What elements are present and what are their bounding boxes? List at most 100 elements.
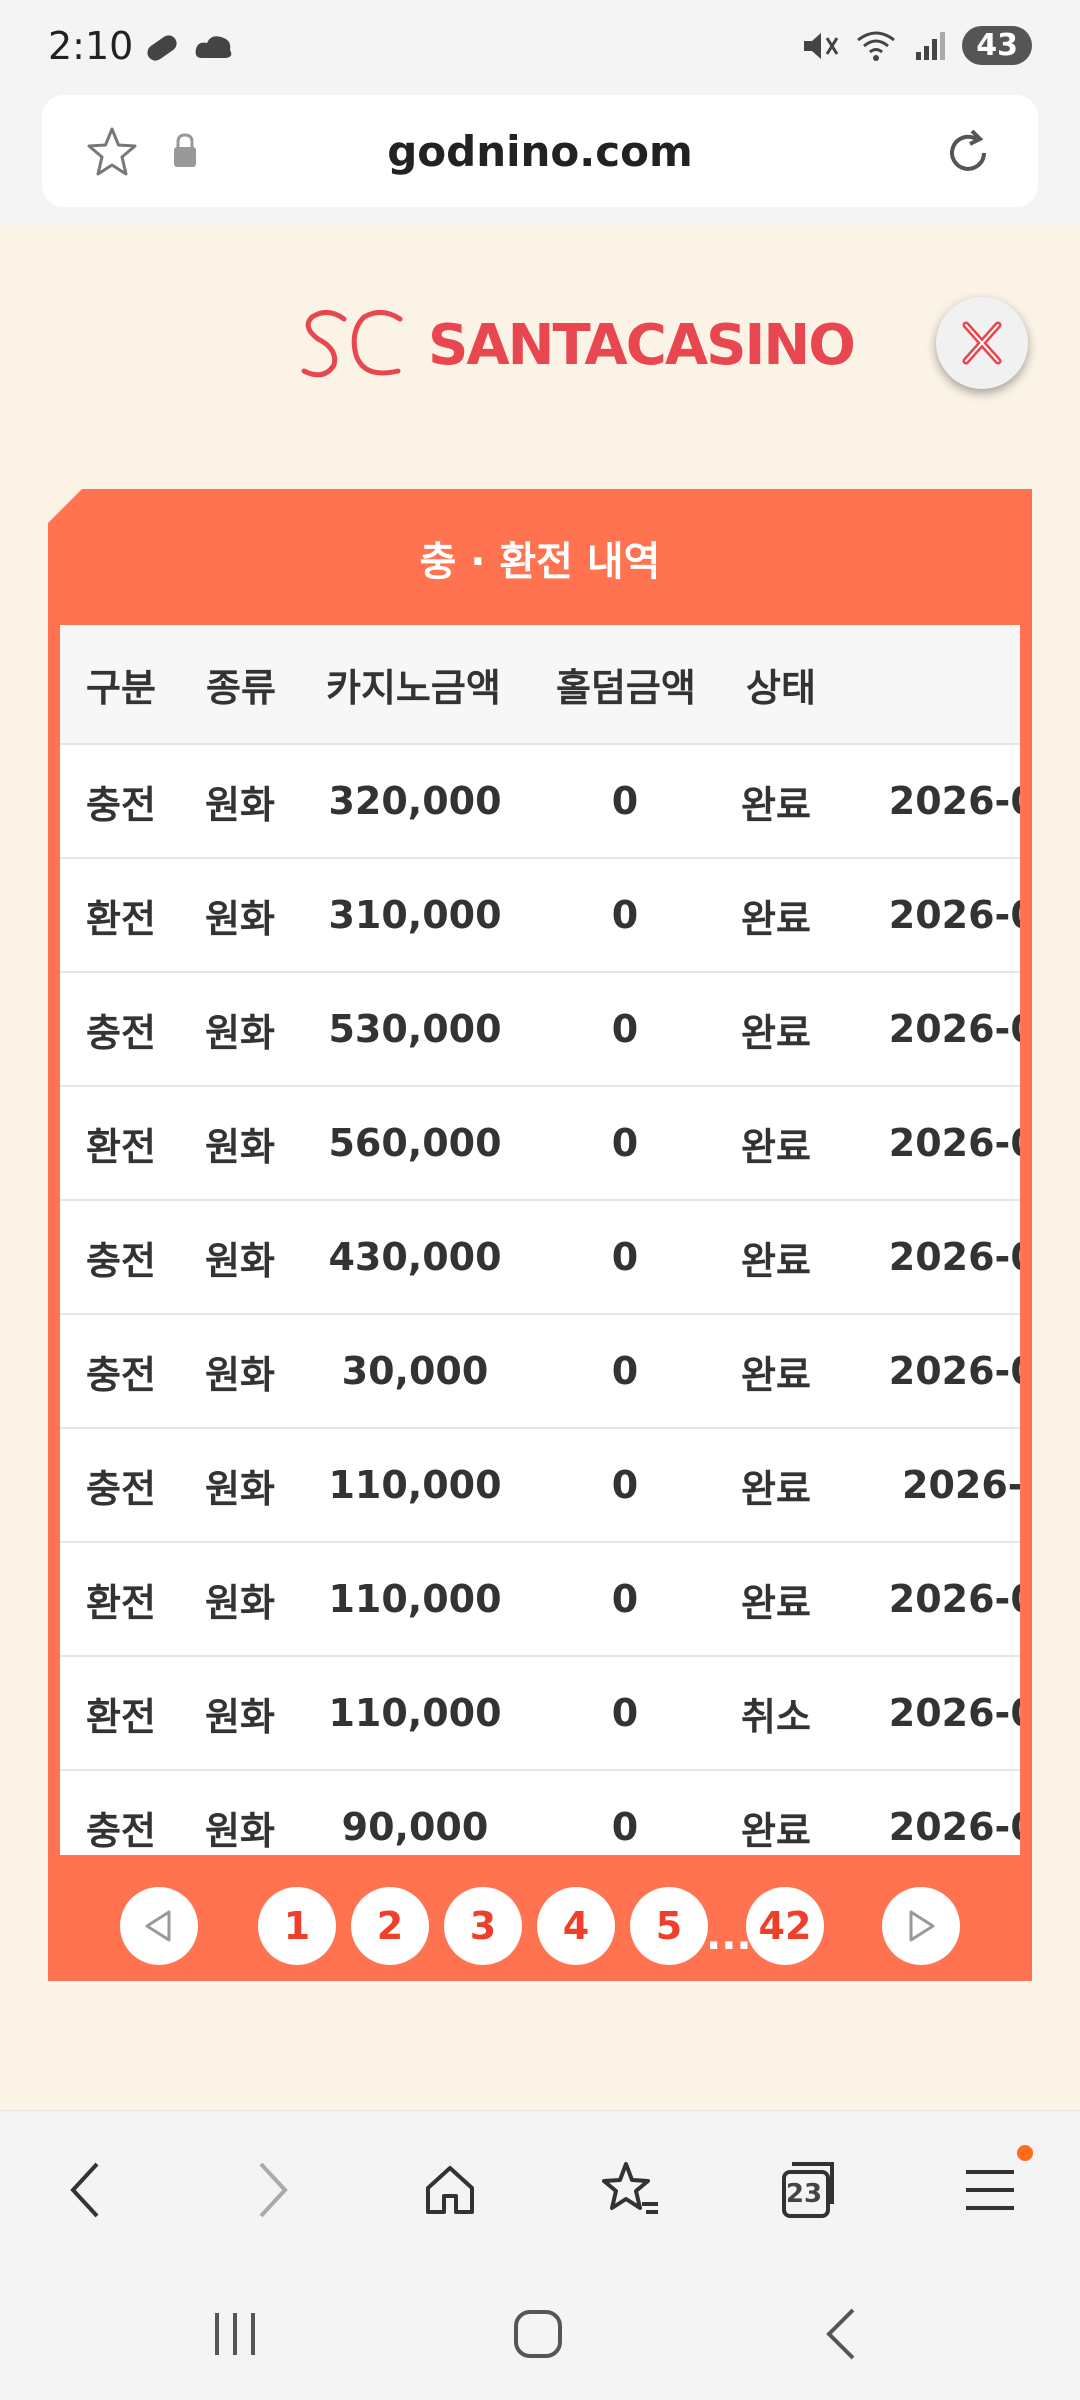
cell-category: 환전 [60, 1656, 180, 1771]
chevron-left-icon [70, 2162, 99, 2218]
table-row: 환전 원화 560,000 0 완료 2026-04 [60, 1086, 1020, 1201]
cell-category: 충전 [60, 1200, 180, 1315]
table-row: 충전 원화 530,000 0 완료 2026-04 [60, 972, 1020, 1087]
address-bar[interactable]: godnino.com [42, 95, 1038, 207]
table-row: 환전 원화 110,000 0 취소 2026-04 [60, 1656, 1020, 1771]
cell-currency: 원화 [180, 1314, 300, 1429]
cell-date: 2026-04 [832, 1086, 1020, 1201]
table-row: 충전 원화 30,000 0 완료 2026-05 [60, 1314, 1020, 1429]
cell-holdem-amount: 0 [530, 1428, 720, 1543]
cell-holdem-amount: 0 [530, 1314, 720, 1429]
cell-casino-amount: 110,000 [300, 1656, 530, 1771]
cell-currency: 원화 [180, 1428, 300, 1543]
history-table-container[interactable]: 구분 종류 카지노금액 홀덤금액 상태 충전 원화 320,000 0 완료 2… [60, 625, 1020, 1855]
triangle-right-icon [909, 1910, 935, 1942]
notification-dot [1017, 2145, 1033, 2161]
cell-date: 2026-04 [832, 1542, 1020, 1657]
close-icon [962, 321, 1002, 365]
cell-category: 충전 [60, 744, 180, 859]
page-button-4[interactable]: 4 [537, 1887, 615, 1965]
header-category: 구분 [60, 625, 180, 745]
pagination: 1 2 3 4 5 ... 42 [48, 1887, 1032, 1967]
cell-casino-amount: 530,000 [300, 972, 530, 1087]
tabs-button[interactable]: 23 [773, 2155, 843, 2225]
home-button[interactable] [415, 2155, 485, 2225]
page-button-1[interactable]: 1 [258, 1887, 336, 1965]
cell-casino-amount: 30,000 [300, 1314, 530, 1429]
cell-casino-amount: 320,000 [300, 744, 530, 859]
cell-category: 충전 [60, 1314, 180, 1429]
system-back-button[interactable] [806, 2304, 876, 2364]
cell-category: 환전 [60, 1542, 180, 1657]
cell-casino-amount: 110,000 [300, 1542, 530, 1657]
url-text: godnino.com [387, 127, 693, 176]
battery-level: 43 [962, 26, 1032, 65]
panel-title: 충 · 환전 내역 [419, 539, 661, 585]
status-system-icons: 43 [800, 26, 1032, 65]
cell-status: 완료 [720, 1542, 832, 1657]
cell-date: 2026-04 [832, 1770, 1020, 1855]
cell-holdem-amount: 0 [530, 1542, 720, 1657]
table-row: 환전 원화 310,000 0 완료 2026-04 [60, 858, 1020, 973]
table-row: 충전 원화 320,000 0 완료 2026-04 [60, 744, 1020, 859]
pill-icon [147, 35, 177, 61]
tab-count: 23 [785, 2179, 823, 2209]
cell-status: 완료 [720, 1428, 832, 1543]
reload-icon[interactable] [938, 123, 998, 183]
cell-status: 완료 [720, 858, 832, 973]
cell-date: 2026-05 [832, 1314, 1020, 1429]
cell-currency: 원화 [180, 1200, 300, 1315]
back-button[interactable] [52, 2155, 122, 2225]
prev-page-button[interactable] [120, 1887, 198, 1965]
page-content: SANTACASINO 충 · 환전 내역 구분 종류 카지노금액 홀덤금액 상… [0, 225, 1080, 2110]
chevron-right-icon [259, 2162, 288, 2218]
cell-date: 2026-04 [832, 1656, 1020, 1771]
page-button-5[interactable]: 5 [630, 1887, 708, 1965]
pagination-ellipsis: ... [706, 1913, 752, 1959]
page-button-3[interactable]: 3 [444, 1887, 522, 1965]
cell-category: 환전 [60, 1086, 180, 1201]
mute-icon [804, 32, 839, 59]
wifi-icon [857, 31, 896, 61]
cell-category: 충전 [60, 972, 180, 1087]
browser-address-area: godnino.com [0, 95, 1080, 225]
signal-icon [916, 31, 946, 60]
table-header-row: 구분 종류 카지노금액 홀덤금액 상태 [60, 625, 1020, 745]
recent-apps-button[interactable] [200, 2304, 270, 2364]
cell-holdem-amount: 0 [530, 972, 720, 1087]
logo-text: SANTACASINO [428, 312, 856, 378]
cell-holdem-amount: 0 [530, 1086, 720, 1201]
page-button-last[interactable]: 42 [746, 1887, 824, 1965]
hamburger-menu-icon [966, 2170, 1014, 2210]
triangle-left-icon [145, 1910, 171, 1942]
cell-date: 2026-04 [832, 972, 1020, 1087]
cell-status: 완료 [720, 1086, 832, 1201]
header-status: 상태 [720, 625, 832, 745]
cell-casino-amount: 430,000 [300, 1200, 530, 1315]
table-row: 환전 원화 110,000 0 완료 2026-04 [60, 1542, 1020, 1657]
status-bar: 2:10 43 [0, 0, 1080, 95]
cell-holdem-amount: 0 [530, 744, 720, 859]
cell-holdem-amount: 0 [530, 1656, 720, 1771]
cell-casino-amount: 90,000 [300, 1770, 530, 1855]
header-date [832, 625, 1020, 745]
cell-holdem-amount: 0 [530, 1770, 720, 1855]
close-button[interactable] [936, 297, 1028, 389]
menu-button[interactable] [955, 2145, 1033, 2225]
cell-currency: 원화 [180, 1542, 300, 1657]
site-logo[interactable]: SANTACASINO [298, 305, 856, 385]
cell-status: 완료 [720, 1200, 832, 1315]
page-button-2[interactable]: 2 [351, 1887, 429, 1965]
cell-category: 충전 [60, 1770, 180, 1855]
next-page-button[interactable] [882, 1887, 960, 1965]
browser-toolbar: 23 [0, 2110, 1080, 2261]
home-icon [426, 2166, 474, 2214]
cell-category: 충전 [60, 1428, 180, 1543]
bookmarks-button[interactable] [595, 2155, 665, 2225]
square-home-icon [514, 2310, 562, 2358]
system-home-button[interactable] [503, 2304, 573, 2364]
recents-icon [215, 2313, 255, 2355]
forward-button[interactable] [236, 2155, 306, 2225]
cell-currency: 원화 [180, 1770, 300, 1855]
cell-date: 2026-04 [832, 744, 1020, 859]
